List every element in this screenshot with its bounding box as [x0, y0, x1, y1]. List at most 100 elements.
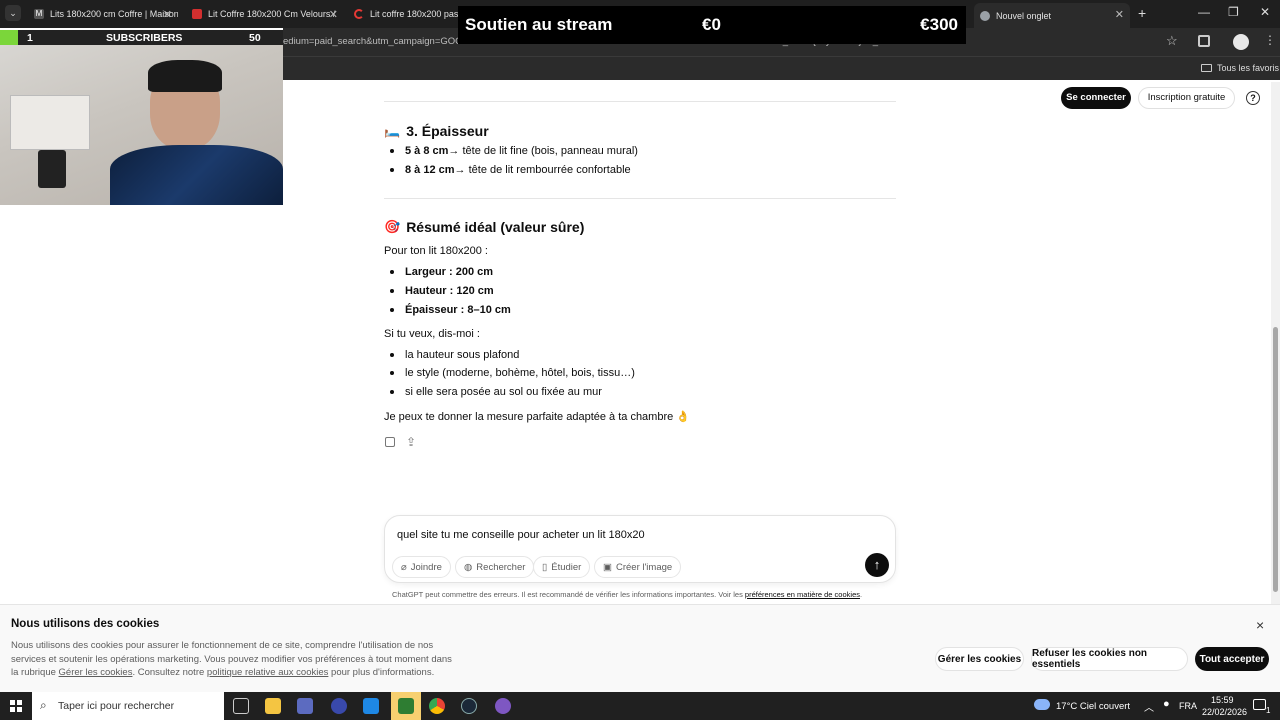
tab-1[interactable]: M Lits 180x200 cm Coffre | Maison ✕: [28, 3, 178, 25]
clock-time[interactable]: 15:59: [1211, 695, 1234, 705]
disclaimer: ChatGPT peut commettre des erreurs. Il e…: [392, 590, 892, 599]
item-bold: Largeur : 200 cm: [405, 266, 494, 278]
list-item: si elle sera posée au sol ou fixée au mu…: [390, 386, 602, 398]
search-icon: ⌕: [40, 698, 47, 712]
tab-2[interactable]: Lit Coffre 180x200 Cm Velours / ✕: [186, 3, 344, 25]
create-image-label: Créer l'image: [615, 561, 673, 573]
notification-icon[interactable]: [1253, 699, 1266, 710]
attach-label: Joindre: [410, 561, 442, 573]
windows-start-icon[interactable]: [10, 700, 22, 712]
list-item: 5 à 8 cm → tête de lit fine (bois, panne…: [390, 145, 638, 157]
profile-avatar[interactable]: [1233, 34, 1249, 50]
help-icon[interactable]: ?: [1246, 91, 1260, 105]
disclaimer-text: ChatGPT peut commettre des erreurs. Il e…: [392, 590, 745, 599]
close-window-icon[interactable]: ✕: [1260, 5, 1270, 19]
list-item: 8 à 12 cm → tête de lit rembourrée confo…: [390, 164, 631, 176]
accept-cookies-button[interactable]: Tout accepter: [1195, 647, 1269, 671]
item-text: si elle sera posée au sol ou fixée au mu…: [405, 386, 602, 398]
copy-icon[interactable]: [385, 437, 395, 447]
tab-3[interactable]: Lit coffre 180x200 pas cher: [348, 3, 458, 25]
cookie-prefs-link[interactable]: préférences en matière de cookies: [745, 590, 860, 599]
steam-icon[interactable]: [461, 698, 477, 714]
cookie-close-icon[interactable]: ×: [1256, 617, 1264, 633]
item-bold: 8 à 12 cm: [405, 164, 455, 176]
subs-current: 1: [27, 32, 33, 44]
extensions-icon[interactable]: [1198, 35, 1210, 47]
search-button[interactable]: ◍ Rechercher: [455, 556, 535, 578]
language-indicator[interactable]: FRA: [1179, 701, 1197, 711]
login-button[interactable]: Se connecter: [1061, 87, 1131, 109]
tab-search-button[interactable]: ⌄: [5, 5, 21, 21]
tab-close-icon[interactable]: ✕: [329, 8, 338, 21]
person-shirt-image: [110, 145, 283, 205]
book-icon: ▯: [542, 561, 548, 573]
windows-taskbar: ⌕ Taper ici pour rechercher 17°C Ciel co…: [0, 692, 1280, 720]
study-button[interactable]: ▯ Étudier: [533, 556, 591, 578]
reject-cookies-button[interactable]: Refuser les cookies non essentiels: [1031, 647, 1188, 671]
share-icon[interactable]: ⇪: [406, 435, 416, 449]
manage-cookies-link[interactable]: Gérer les cookies: [59, 667, 133, 678]
new-tab-button[interactable]: +: [1138, 5, 1146, 21]
chevron-up-icon[interactable]: ︿: [1144, 699, 1154, 714]
subscriber-goal-bar: 1 SUBSCRIBERS 50: [0, 30, 283, 45]
tab-4-title: Nouvel onglet: [996, 10, 1052, 21]
tab-1-title: Lits 180x200 cm Coffre | Maison: [50, 9, 178, 19]
scrollbar-thumb[interactable]: [1273, 327, 1278, 592]
item-bold: Épaisseur : 8–10 cm: [405, 304, 511, 316]
image-icon: ▣: [603, 561, 612, 573]
send-button[interactable]: ↑: [865, 553, 889, 577]
donation-title: Soutien au stream: [465, 15, 613, 34]
list-item: Hauteur : 120 cm: [390, 285, 494, 297]
bullet-icon: [390, 149, 394, 153]
outlook-icon[interactable]: [363, 698, 379, 714]
chrome-menu-icon[interactable]: ⋮: [1264, 33, 1276, 47]
item-text: le style (moderne, bohème, hôtel, bois, …: [405, 367, 635, 379]
taskbar-search-box[interactable]: ⌕ Taper ici pour rechercher: [32, 692, 224, 720]
paperclip-icon: ⌀: [401, 561, 407, 573]
cookie-policy-link[interactable]: politique relative aux cookies: [207, 667, 328, 678]
bullet-icon: [390, 390, 394, 394]
attach-button[interactable]: ⌀ Joindre: [392, 556, 451, 578]
cookie-line-2: services et soutenir les opérations mark…: [11, 653, 452, 665]
task-view-icon[interactable]: [233, 698, 249, 714]
cookie-title: Nous utilisons des cookies: [11, 618, 160, 630]
tab-4-active[interactable]: Nouvel onglet ✕: [974, 3, 1130, 28]
summary-intro: Pour ton lit 180x200 :: [384, 245, 488, 257]
maisons-du-monde-icon: M: [34, 9, 44, 19]
all-favorites-link[interactable]: Tous les favoris: [1217, 63, 1279, 73]
item-bold: Hauteur : 120 cm: [405, 285, 494, 297]
donation-current: €0: [702, 15, 721, 34]
app-icon[interactable]: [331, 698, 347, 714]
page-scrollbar[interactable]: [1271, 82, 1280, 604]
divider: [384, 101, 896, 102]
item-bold: 5 à 8 cm: [405, 145, 449, 157]
restore-icon[interactable]: ❐: [1228, 5, 1239, 19]
minimize-icon[interactable]: —: [1198, 5, 1210, 19]
app-icon[interactable]: [297, 698, 313, 714]
tab-close-icon[interactable]: ✕: [163, 8, 172, 21]
disclaimer-end: .: [860, 590, 863, 599]
bullet-icon: [390, 270, 394, 274]
signup-button[interactable]: Inscription gratuite: [1138, 87, 1235, 109]
microphone-icon[interactable]: ●: [1163, 698, 1170, 710]
weather-icon: [1034, 699, 1050, 710]
manage-cookies-button[interactable]: Gérer les cookies: [935, 647, 1024, 671]
messenger-icon[interactable]: [495, 698, 511, 714]
file-explorer-icon[interactable]: [265, 698, 281, 714]
tab-close-icon[interactable]: ✕: [1115, 8, 1124, 21]
bed-icon: 🛏️: [384, 123, 401, 138]
clock-date[interactable]: 22/02/2026: [1202, 707, 1247, 717]
bookmark-star-icon[interactable]: ☆: [1166, 33, 1178, 49]
globe-icon: ◍: [464, 561, 473, 573]
chrome-icon[interactable]: [429, 698, 445, 714]
create-image-button[interactable]: ▣ Créer l'image: [594, 556, 682, 578]
cookie-line-1: Nous utilisons des cookies pour assurer …: [11, 640, 434, 651]
list-item: la hauteur sous plafond: [390, 349, 519, 361]
cookie-line-3c: pour plus d'informations.: [328, 667, 435, 678]
webcam-feed: [0, 45, 283, 205]
person-cap-image: [148, 60, 222, 92]
app-icon[interactable]: [398, 698, 414, 714]
list-item: le style (moderne, bohème, hôtel, bois, …: [390, 367, 635, 379]
message-input[interactable]: quel site tu me conseille pour acheter u…: [397, 529, 645, 541]
weather-text[interactable]: 17°C Ciel couvert: [1056, 701, 1130, 712]
